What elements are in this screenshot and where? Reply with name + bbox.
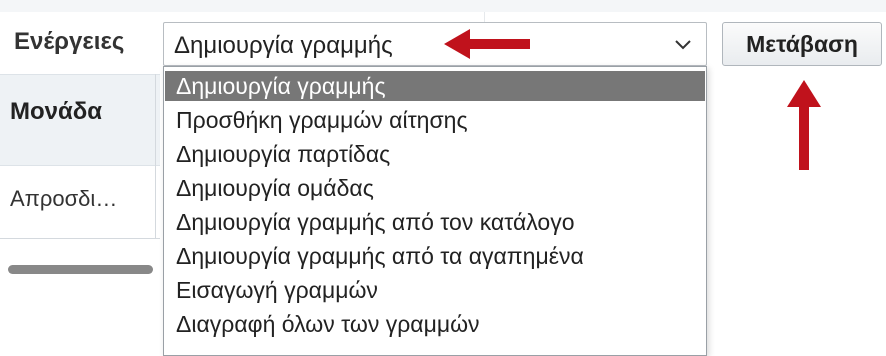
dropdown-option[interactable]: Δημιουργία παρτίδας (165, 139, 705, 169)
dropdown-option[interactable]: Εισαγωγή γραμμών (165, 275, 705, 305)
dropdown-option[interactable]: Διαγραφή όλων των γραμμών (165, 309, 705, 339)
row-divider (0, 238, 160, 239)
actions-select-value: Δημιουργία γραμμής (174, 32, 393, 59)
arrow-up-icon (787, 80, 821, 170)
dropdown-option[interactable]: Δημιουργία ομάδας (165, 173, 705, 203)
unit-cell: Απροσδι… (10, 186, 118, 211)
unit-column-header[interactable]: Μονάδα (10, 98, 102, 126)
actions-label: Ενέργειες (14, 28, 125, 55)
go-button[interactable]: Μετάβαση (722, 22, 882, 66)
dropdown-option[interactable]: Δημιουργία γραμμής (165, 71, 705, 101)
top-strip (0, 0, 886, 12)
actions-dropdown-list: Δημιουργία γραμμής Προσθήκη γραμμών αίτη… (163, 66, 707, 356)
dropdown-option[interactable]: Δημιουργία γραμμής από τον κατάλογο (165, 207, 705, 237)
horizontal-scrollbar[interactable] (8, 265, 153, 274)
dropdown-option[interactable]: Προσθήκη γραμμών αίτησης (165, 105, 705, 135)
arrow-left-icon (444, 29, 530, 59)
chevron-down-icon (675, 40, 691, 50)
actions-select[interactable]: Δημιουργία γραμμής (163, 22, 707, 66)
column-divider (155, 74, 156, 239)
dropdown-option[interactable]: Δημιουργία γραμμής από τα αγαπημένα (165, 241, 705, 271)
